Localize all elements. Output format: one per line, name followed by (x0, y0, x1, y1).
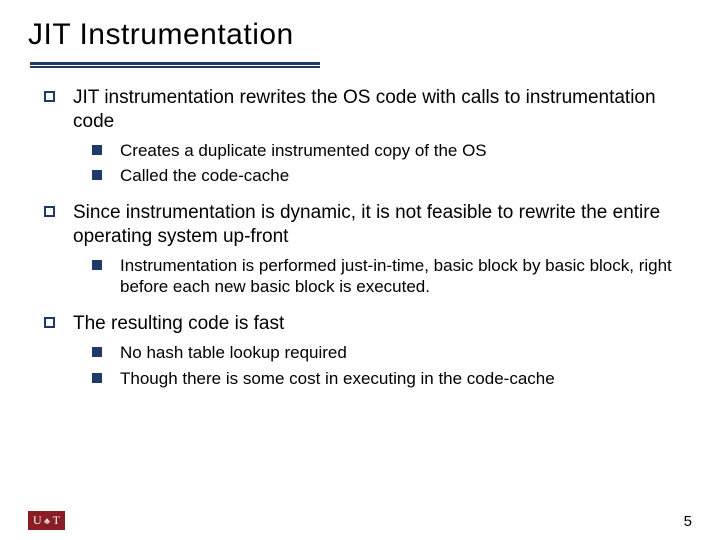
sub-list-item: Creates a duplicate instrumented copy of… (92, 140, 684, 162)
logo-right-letter: T (53, 513, 61, 528)
list-item: JIT instrumentation rewrites the OS code… (44, 86, 684, 134)
slide-footer: U ♣ T 5 (0, 511, 720, 530)
filled-square-bullet-icon (92, 373, 102, 383)
sub-list-item-text: Called the code-cache (120, 165, 684, 187)
logo-left-letter: U (33, 513, 42, 528)
page-number: 5 (684, 513, 692, 530)
slide-content: JIT instrumentation rewrites the OS code… (28, 86, 692, 389)
sub-list: No hash table lookup required Though the… (92, 342, 684, 390)
slide: JIT Instrumentation JIT instrumentation … (0, 0, 720, 540)
sub-list-item-text: Creates a duplicate instrumented copy of… (120, 140, 684, 162)
list-item-text: Since instrumentation is dynamic, it is … (73, 201, 684, 249)
sub-list-item: Instrumentation is performed just-in-tim… (92, 255, 684, 299)
crest-icon: ♣ (44, 516, 50, 526)
title-underline-icon (30, 62, 320, 68)
list-item-text: JIT instrumentation rewrites the OS code… (73, 86, 684, 134)
sub-list-item: No hash table lookup required (92, 342, 684, 364)
list-item: The resulting code is fast (44, 312, 684, 336)
list-item: Since instrumentation is dynamic, it is … (44, 201, 684, 249)
sub-list-item-text: Instrumentation is performed just-in-tim… (120, 255, 684, 299)
sub-list-item: Called the code-cache (92, 165, 684, 187)
sub-list-item: Though there is some cost in executing i… (92, 368, 684, 390)
sub-list-item-text: No hash table lookup required (120, 342, 684, 364)
filled-square-bullet-icon (92, 170, 102, 180)
hollow-square-bullet-icon (44, 317, 55, 328)
sub-list: Instrumentation is performed just-in-tim… (92, 255, 684, 299)
filled-square-bullet-icon (92, 145, 102, 155)
list-item-text: The resulting code is fast (73, 312, 684, 336)
university-logo: U ♣ T (28, 511, 65, 530)
hollow-square-bullet-icon (44, 206, 55, 217)
sub-list-item-text: Though there is some cost in executing i… (120, 368, 684, 390)
sub-list: Creates a duplicate instrumented copy of… (92, 140, 684, 188)
filled-square-bullet-icon (92, 260, 102, 270)
slide-title: JIT Instrumentation (28, 18, 692, 58)
filled-square-bullet-icon (92, 347, 102, 357)
hollow-square-bullet-icon (44, 91, 55, 102)
